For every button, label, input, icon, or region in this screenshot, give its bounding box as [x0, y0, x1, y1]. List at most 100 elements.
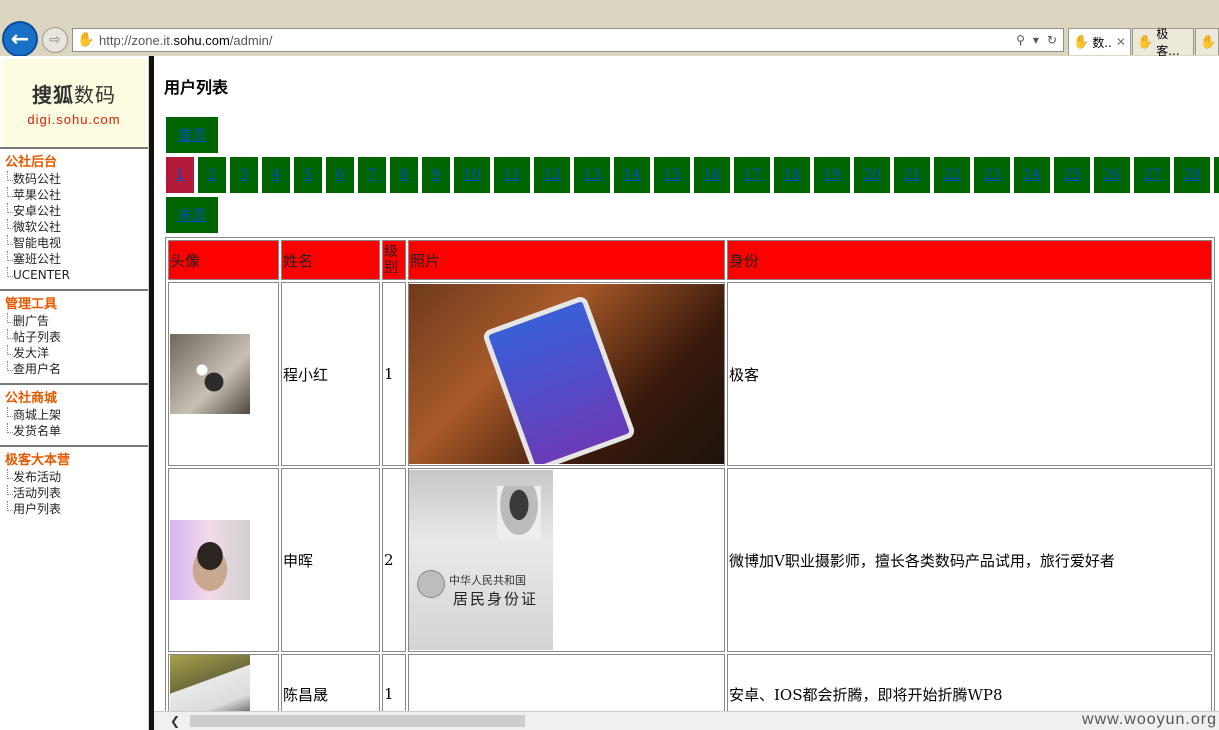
id-card-photo-image[interactable]: 中华人民共和国 居民身份证 [409, 470, 553, 650]
page-link[interactable]: 24 [1014, 157, 1050, 193]
page-link[interactable]: 27 [1134, 157, 1170, 193]
back-arrow-icon[interactable]: ← [2, 21, 38, 57]
sidebar-item[interactable]: 活动列表 [5, 485, 148, 501]
refresh-icon[interactable]: ↻ [1047, 33, 1057, 47]
photo-cell [408, 282, 725, 466]
sidebar-item[interactable]: 查用户名 [5, 361, 148, 377]
tab-favicon-icon: ✋ [1200, 34, 1217, 50]
tab-favicon-icon: ✋ [1073, 34, 1090, 50]
sidebar-item[interactable]: 苹果公社 [5, 187, 148, 203]
page-link[interactable]: 14 [614, 157, 650, 193]
sidebar-item[interactable]: 商城上架 [5, 407, 148, 423]
avatar-cell [168, 282, 279, 466]
avatar-cell [168, 654, 279, 711]
last-page-link[interactable]: 末页 [166, 197, 218, 233]
page-link[interactable]: 4 [262, 157, 290, 193]
sidebar-item[interactable]: 帖子列表 [5, 329, 148, 345]
table-header-row: 头像 姓名 级别 照片 身份 [168, 240, 1212, 280]
page-link[interactable]: 17 [734, 157, 770, 193]
sidebar-group-title[interactable]: 公社后台 [5, 155, 148, 171]
name-cell: 陈昌晟 [281, 654, 380, 711]
forward-arrow-icon[interactable]: ⇨ [42, 27, 68, 53]
header-identity: 身份 [727, 240, 1212, 280]
sidebar-item[interactable]: 发大洋 [5, 345, 148, 361]
name-cell: 程小红 [281, 282, 380, 466]
user-table: 头像 姓名 级别 照片 身份 程小红 1 极客 申晖 2 中华人民共和国 居民身… [165, 237, 1215, 711]
sidebar-item[interactable]: 智能电视 [5, 235, 148, 251]
horizontal-scrollbar[interactable]: ❮ [154, 711, 1219, 730]
sidebar-item[interactable]: UCENTER [5, 267, 148, 283]
dropdown-icon[interactable]: ▾ [1033, 33, 1039, 47]
sidebar: 搜狐数码 digi.sohu.com 公社后台 数码公社 苹果公社 安卓公社 微软公社智… [0, 56, 148, 730]
page-link[interactable]: 15 [654, 157, 690, 193]
page-link[interactable]: 26 [1094, 157, 1130, 193]
close-icon[interactable]: ✕ [1116, 35, 1126, 49]
page-link[interactable]: 23 [974, 157, 1010, 193]
sidebar-group-title[interactable]: 管理工具 [5, 297, 148, 313]
page-link[interactable]: 19 [814, 157, 850, 193]
page-link[interactable]: 16 [694, 157, 730, 193]
page-link[interactable]: 12 [534, 157, 570, 193]
site-favicon-icon: ✋ [77, 32, 95, 48]
sidebar-group: 公社商城 商城上架 发货名单 [0, 383, 148, 445]
url-text[interactable]: http://zone.it.sohu.com/admin/ [99, 33, 1016, 48]
page-link[interactable]: 18 [774, 157, 810, 193]
first-page-link[interactable]: 首页 [166, 117, 218, 153]
phone-photo-image[interactable] [409, 284, 724, 464]
sidebar-group-title[interactable]: 极客大本营 [5, 453, 148, 469]
page-link[interactable]: 22 [934, 157, 970, 193]
sidebar-item[interactable]: 微软公社 [5, 219, 148, 235]
sidebar-group: 极客大本营 发布活动 活动列表 用户列表 [0, 445, 148, 523]
page-link[interactable]: 10 [454, 157, 490, 193]
sidebar-item[interactable]: 安卓公社 [5, 203, 148, 219]
search-icon[interactable]: ⚲ [1016, 33, 1025, 47]
scroll-left-icon[interactable]: ❮ [170, 714, 180, 728]
page-link[interactable]: 25 [1054, 157, 1090, 193]
level-cell: 1 [382, 282, 406, 466]
header-level: 级别 [382, 240, 406, 280]
page-link[interactable]: 7 [358, 157, 386, 193]
photo-cell: 中华人民共和国 居民身份证 [408, 468, 725, 652]
sidebar-item[interactable]: 删广告 [5, 313, 148, 329]
avatar-portrait-image[interactable] [170, 520, 250, 600]
page-link[interactable]: 5 [294, 157, 322, 193]
scrollbar-thumb[interactable] [190, 715, 525, 727]
sidebar-group: 管理工具 删广告 帖子列表 发大洋 查用户名 [0, 289, 148, 383]
sidebar-item[interactable]: 发货名单 [5, 423, 148, 439]
tab-new[interactable]: ✋ [1195, 28, 1219, 55]
page-link-overflow[interactable] [1214, 157, 1219, 193]
sidebar-item[interactable]: 塞班公社 [5, 251, 148, 267]
page-link[interactable]: 20 [854, 157, 890, 193]
sidebar-item[interactable]: 发布活动 [5, 469, 148, 485]
browser-chrome: ← ⇨ ✋ http://zone.it.sohu.com/admin/ ⚲ ▾… [0, 0, 1219, 58]
sidebar-group-title[interactable]: 公社商城 [5, 391, 148, 407]
page-link[interactable]: 3 [230, 157, 258, 193]
page-link[interactable]: 8 [390, 157, 418, 193]
page-link[interactable]: 21 [894, 157, 930, 193]
main-frame: 用户列表 首页 1 2 3 4 5 6 7 8 9 10 11 12 13 14 15 16 17 18 19 20 2… [154, 56, 1219, 711]
sohu-digital-logo[interactable]: 搜狐数码 digi.sohu.com [2, 59, 146, 147]
page-link[interactable]: 13 [574, 157, 610, 193]
page-link[interactable]: 1 [166, 157, 194, 193]
table-row: 陈昌晟 1 安卓、IOS都会折腾，即将开始折腾WP8 [168, 654, 1212, 711]
page-link[interactable]: 6 [326, 157, 354, 193]
level-cell: 2 [382, 468, 406, 652]
tab-active[interactable]: ✋ 数.. ✕ [1068, 28, 1131, 55]
header-photo: 照片 [408, 240, 725, 280]
identity-cell: 安卓、IOS都会折腾，即将开始折腾WP8 [727, 654, 1212, 711]
sidebar-item[interactable]: 数码公社 [5, 171, 148, 187]
page-link[interactable]: 2 [198, 157, 226, 193]
avatar-phone-image[interactable] [170, 655, 250, 711]
avatar-koala-image[interactable] [170, 334, 250, 414]
page-link[interactable]: 28 [1174, 157, 1210, 193]
sidebar-item[interactable]: 用户列表 [5, 501, 148, 517]
avatar-cell [168, 468, 279, 652]
level-cell: 1 [382, 654, 406, 711]
address-bar[interactable]: ✋ http://zone.it.sohu.com/admin/ ⚲ ▾ ↻ [72, 28, 1064, 52]
page-link[interactable]: 11 [494, 157, 530, 193]
photo-cell [408, 654, 725, 711]
page-link[interactable]: 9 [422, 157, 450, 193]
table-row: 申晖 2 中华人民共和国 居民身份证 微博加V职业摄影师，擅长各类数码产品试用，… [168, 468, 1212, 652]
tab-geek[interactable]: ✋ 极客... [1132, 27, 1194, 58]
national-emblem-icon [417, 570, 445, 598]
